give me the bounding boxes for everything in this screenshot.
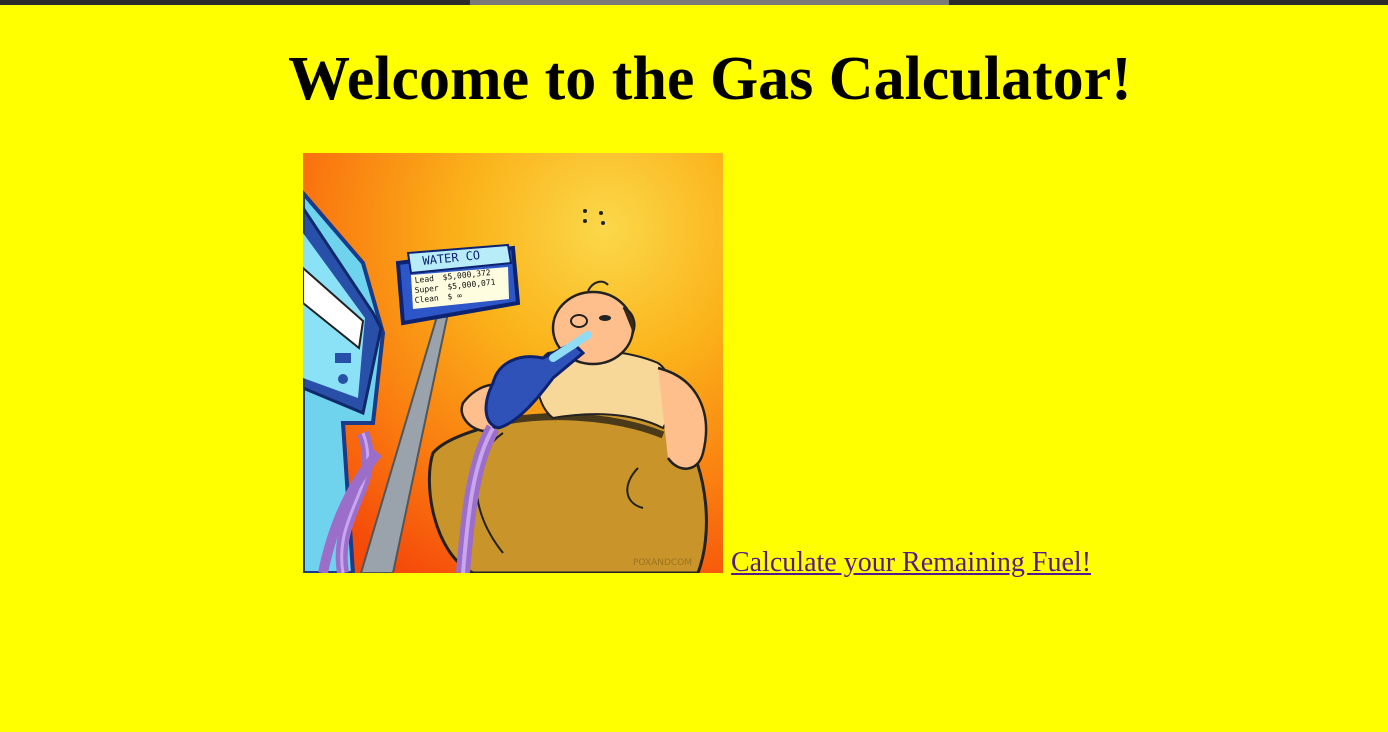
calculate-remaining-fuel-link[interactable]: Calculate your Remaining Fuel! <box>731 546 1091 580</box>
sign-row-clean-price: $ ∞ <box>447 291 462 301</box>
top-scroll-strip <box>0 0 1388 5</box>
artist-signature: POXANDCOM <box>633 558 692 568</box>
gas-pump-cartoon-image: WATER CO Lead $5,000,372 Super $5,000,07… <box>303 153 723 573</box>
scroll-thumb[interactable] <box>470 0 949 5</box>
page-title: Welcome to the Gas Calculator! <box>288 45 1132 113</box>
